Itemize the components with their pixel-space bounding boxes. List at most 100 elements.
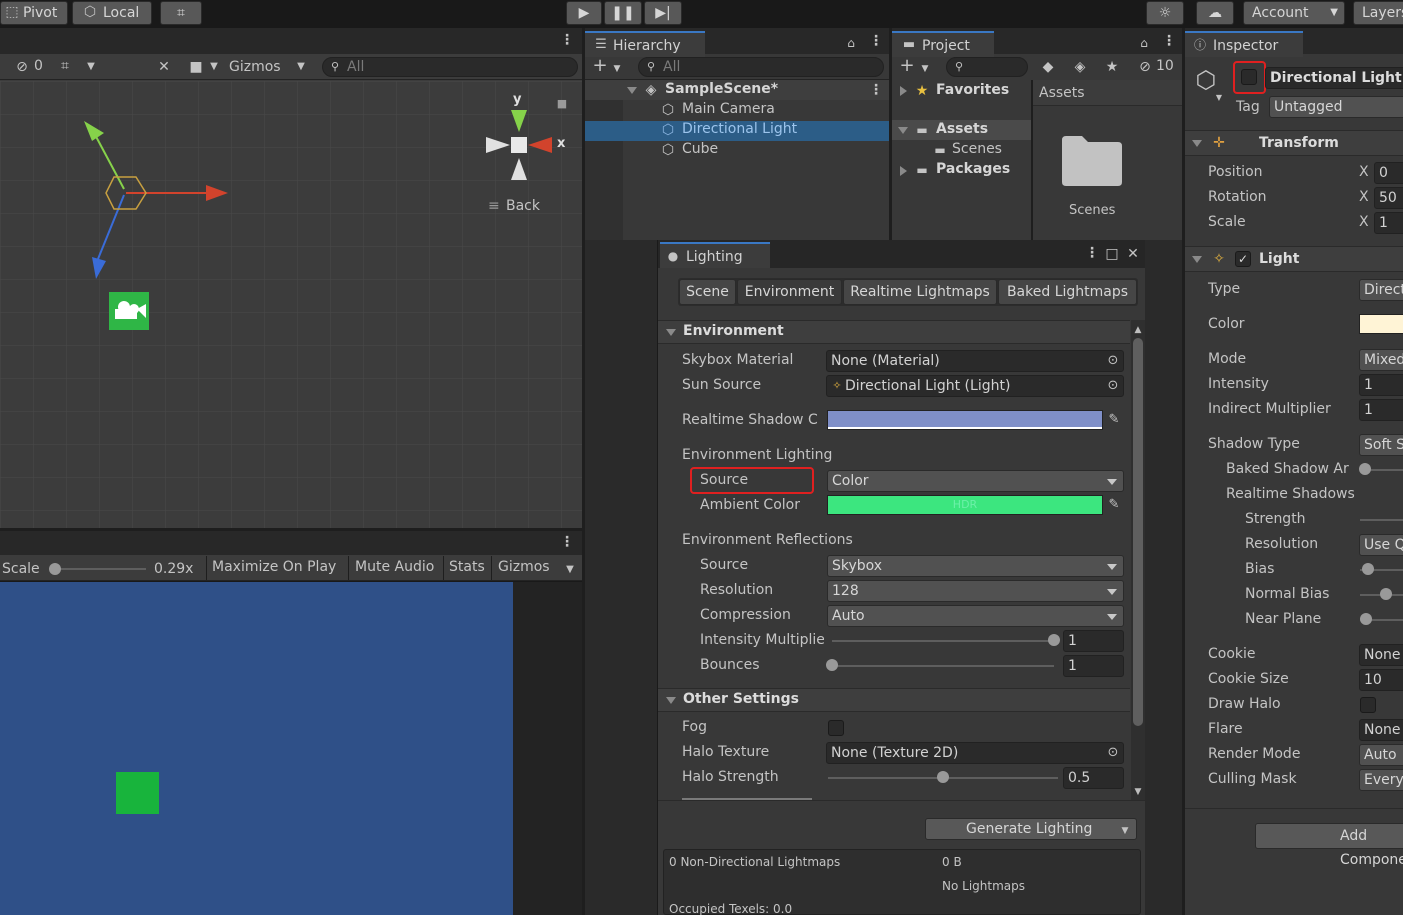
resolution-dropdown[interactable]: 128 (827, 580, 1124, 602)
layers-dropdown[interactable]: Layers (1353, 1, 1403, 25)
game-gizmos-toggle[interactable]: Gizmos (498, 559, 550, 575)
packages-label[interactable]: Packages (936, 161, 1010, 177)
intensity-field[interactable]: 1 (1063, 630, 1124, 652)
generate-lighting-button[interactable]: Generate Lighting (925, 818, 1137, 840)
scroll-down-icon[interactable]: ▼ (1133, 784, 1143, 800)
add-icon[interactable]: + (899, 57, 915, 75)
add-component-button[interactable]: Add Component (1255, 823, 1403, 868)
close-icon[interactable]: ✕ (1125, 246, 1141, 262)
scene-row-menu-icon[interactable]: ⋮ (869, 82, 883, 98)
expand-scene-icon[interactable] (627, 87, 637, 94)
game-menu-icon[interactable]: ⋮ (560, 534, 574, 550)
collapse-transform-icon[interactable] (1192, 140, 1202, 147)
ambient-color-swatch[interactable]: HDR (827, 495, 1103, 515)
intensity-field[interactable]: 1 (1359, 374, 1403, 396)
add-icon[interactable]: + (592, 57, 608, 75)
draw-halo-checkbox[interactable] (1360, 697, 1376, 713)
tab-baked-lightmaps[interactable]: Baked Lightmaps (998, 279, 1137, 305)
view-label[interactable]: Back (506, 198, 540, 214)
cookie-field[interactable]: None (1359, 644, 1403, 666)
visibility-icon[interactable]: ⊘ (1136, 59, 1154, 75)
favorites-label[interactable]: Favorites (936, 82, 1009, 98)
render-mode-dropdown[interactable]: Auto (1359, 744, 1403, 766)
grid-icon[interactable]: ⌗ (56, 58, 74, 74)
hierarchy-menu-icon[interactable]: ⋮ (869, 33, 883, 49)
tab-scene[interactable]: Scene (679, 279, 736, 305)
tab-realtime-lightmaps[interactable]: Realtime Lightmaps (843, 279, 997, 305)
bounces-slider-knob[interactable] (826, 659, 838, 671)
culling-mask-dropdown[interactable]: Everything (1359, 769, 1403, 791)
expand-assets-icon[interactable] (898, 127, 908, 134)
scenes-folder-caption[interactable]: Scenes (1069, 203, 1115, 218)
lock-icon[interactable]: ⌂ (1138, 35, 1150, 51)
chevron-down-icon[interactable]: ▼ (84, 59, 98, 75)
halo-strength-slider-knob[interactable] (937, 771, 949, 783)
play-button[interactable]: ▶ (566, 1, 602, 25)
bounces-slider[interactable] (832, 665, 1054, 667)
near-plane-knob[interactable] (1360, 613, 1372, 625)
reflection-source-dropdown[interactable]: Skybox (827, 555, 1124, 577)
scale-x-field[interactable]: 1 (1374, 212, 1403, 234)
lighting-menu-icon[interactable]: ⋮ (1085, 245, 1099, 261)
expand-packages-icon[interactable] (900, 166, 907, 176)
chevron-down-icon[interactable]: ▼ (1119, 823, 1131, 839)
tag-dropdown[interactable]: Untagged (1269, 96, 1403, 118)
eyedropper-icon[interactable]: ✎ (1106, 412, 1122, 428)
chevron-down-icon[interactable]: ▼ (563, 562, 577, 578)
cloud-icon[interactable]: ☁ (1196, 1, 1234, 25)
stats-toggle[interactable]: Stats (449, 559, 485, 575)
game-scale-slider[interactable] (52, 568, 146, 570)
object-picker-icon[interactable]: ⊙ (1106, 745, 1120, 761)
step-button[interactable]: ▶| (644, 1, 682, 25)
pause-button[interactable]: ❚❚ (604, 1, 642, 25)
object-name-field[interactable]: Directional Light (1265, 67, 1403, 89)
baked-shadow-knob[interactable] (1359, 463, 1371, 475)
scenes-folder-label[interactable]: Scenes (952, 141, 1002, 157)
flare-field[interactable]: None (1359, 719, 1403, 741)
mode-dropdown[interactable]: Mixed (1359, 349, 1403, 371)
type-dropdown[interactable]: Directional (1359, 279, 1403, 301)
chevron-down-icon[interactable]: ▼ (1214, 90, 1224, 106)
scene-search-input[interactable]: All (322, 57, 578, 77)
collapse-light-icon[interactable] (1192, 256, 1202, 263)
indirect-multiplier-field[interactable]: 1 (1359, 399, 1403, 421)
hierarchy-search-input[interactable]: All (638, 57, 884, 77)
skybox-material-field[interactable]: None (Material) (826, 350, 1124, 372)
normal-bias-knob[interactable] (1380, 588, 1392, 600)
maximize-on-play-toggle[interactable]: Maximize On Play (212, 559, 336, 575)
account-dropdown[interactable]: Account ▼ (1243, 1, 1345, 25)
game-scale-knob[interactable] (49, 563, 61, 575)
chevron-down-icon[interactable]: ▼ (208, 59, 220, 75)
scene-gizmos-button[interactable]: Gizmos (229, 59, 281, 75)
scenes-folder-icon[interactable] (1060, 134, 1124, 188)
source-dropdown[interactable]: Color (827, 470, 1124, 492)
halo-texture-field[interactable]: None (Texture 2D) (826, 742, 1124, 764)
mute-audio-toggle[interactable]: Mute Audio (355, 559, 434, 575)
star-icon[interactable]: ★ (1104, 59, 1120, 75)
realtime-shadow-color-swatch[interactable] (827, 410, 1103, 430)
light-enabled-checkbox[interactable]: ✓ (1235, 251, 1251, 267)
active-checkbox[interactable] (1241, 69, 1257, 85)
bias-knob[interactable] (1362, 563, 1374, 575)
lock-icon[interactable]: ■ (556, 96, 568, 112)
fog-checkbox[interactable] (828, 720, 844, 736)
intensity-slider-knob[interactable] (1048, 634, 1060, 646)
collapse-other-settings-icon[interactable] (666, 697, 676, 704)
scrollbar-thumb[interactable] (1133, 338, 1143, 726)
tools-icon[interactable]: ✕ (154, 59, 174, 75)
visibility-icon[interactable]: ⊘ (12, 59, 32, 75)
sun-source-field[interactable]: Directional Light (Light) (826, 375, 1124, 397)
camera-icon[interactable]: ■ (186, 59, 206, 75)
position-x-field[interactable]: 0 (1374, 162, 1403, 184)
tag-icon[interactable]: ◈ (1072, 59, 1088, 75)
settings-icon[interactable]: ☼ (1146, 1, 1184, 25)
expand-favorites-icon[interactable] (900, 86, 907, 96)
maximize-icon[interactable]: □ (1104, 246, 1120, 262)
strength-slider[interactable] (1360, 519, 1403, 521)
chevron-down-icon[interactable]: ▼ (294, 59, 308, 75)
shadow-type-dropdown[interactable]: Soft Shadows (1359, 434, 1403, 456)
compression-dropdown[interactable]: Auto (827, 605, 1124, 627)
collapse-environment-icon[interactable] (666, 329, 676, 336)
object-picker-icon[interactable]: ⊙ (1106, 353, 1120, 369)
eyedropper-icon[interactable]: ✎ (1106, 497, 1122, 513)
